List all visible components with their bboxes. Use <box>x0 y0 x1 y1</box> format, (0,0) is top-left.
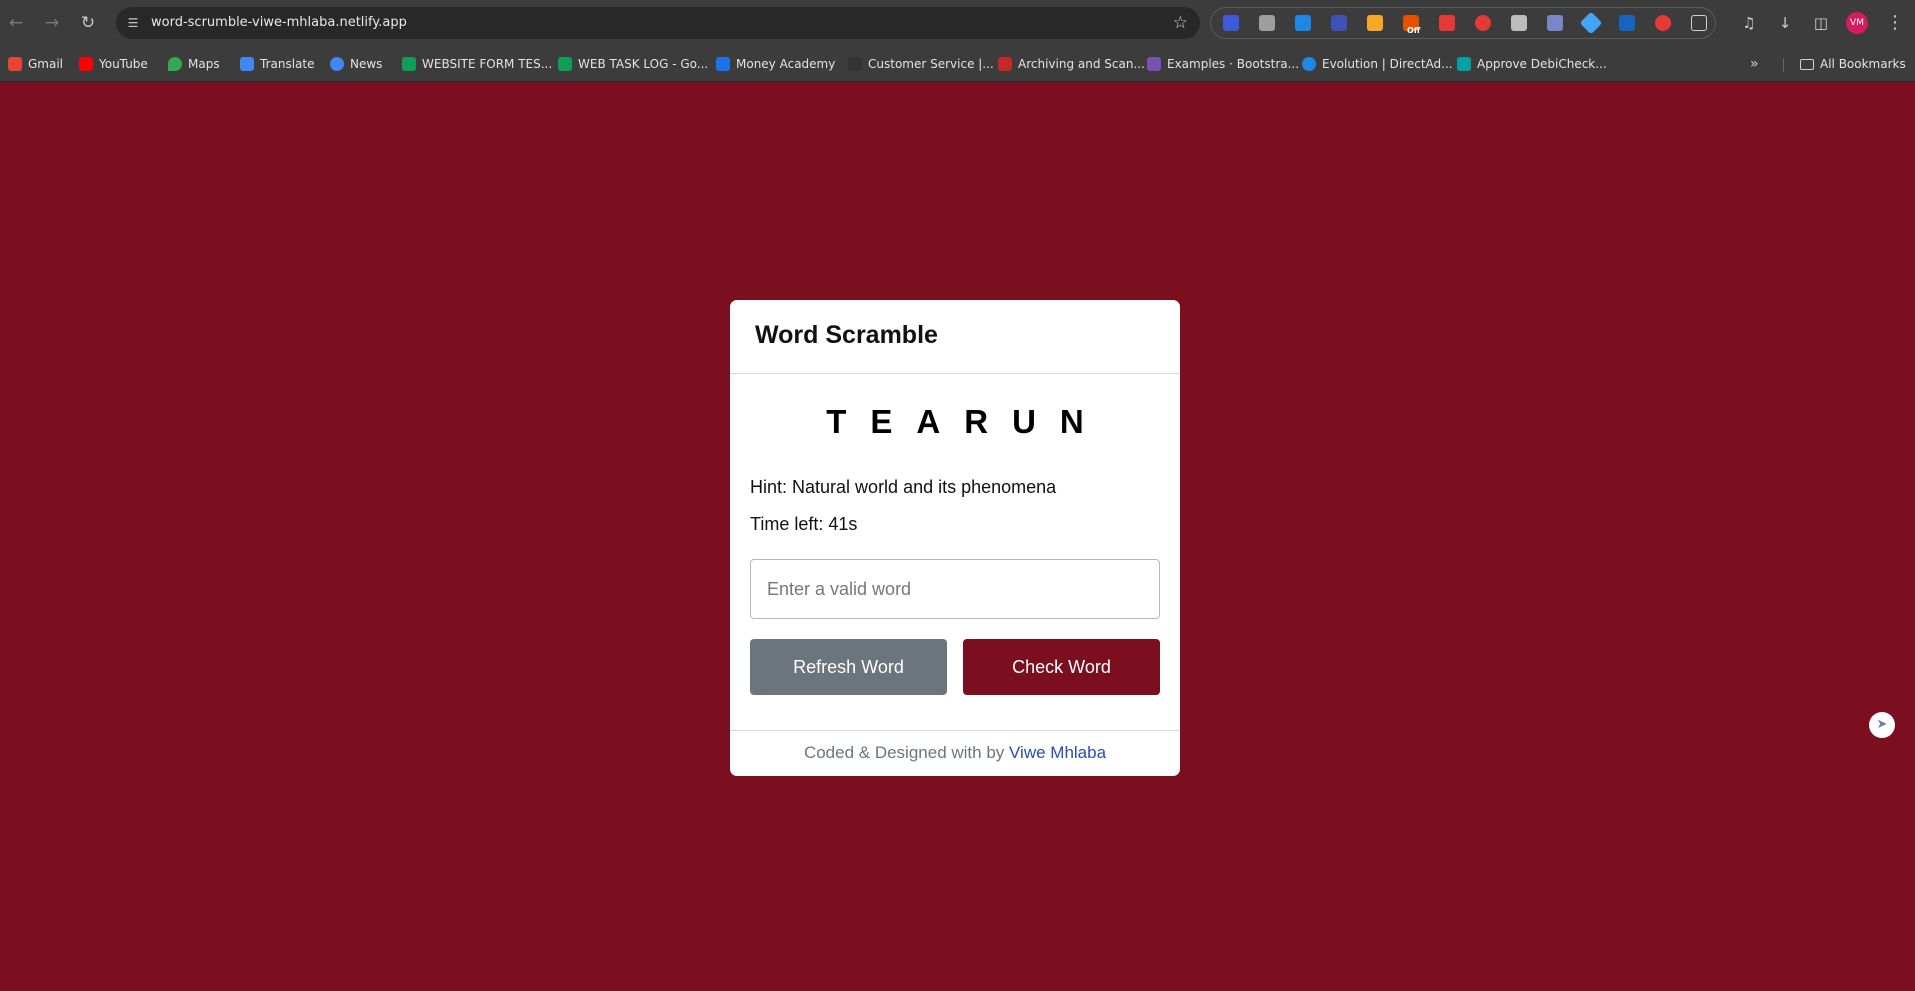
site-info-icon[interactable]: ☰ <box>124 14 142 32</box>
bookmark-star-icon[interactable]: ☆ <box>1173 12 1188 34</box>
bookmark-maps[interactable]: Maps <box>168 54 220 74</box>
scrambled-word: TEARUN <box>826 403 1108 440</box>
all-bookmarks-button[interactable]: All Bookmarks <box>1800 54 1906 74</box>
bookmark-gmail[interactable]: Gmail <box>8 54 63 74</box>
bookmark-label: Examples · Bootstra... <box>1167 57 1300 71</box>
bookmark-label: Money Academy <box>736 57 836 71</box>
eraser-extension-icon[interactable] <box>1439 15 1455 31</box>
news-icon <box>330 57 344 71</box>
bookmark-news[interactable]: News <box>330 54 382 74</box>
sheets-icon <box>402 57 416 71</box>
time-left-line: Time left: 41s <box>750 514 857 535</box>
bookmark-label: Evolution | DirectAd... <box>1322 57 1453 71</box>
bookmark-label: WEBSITE FORM TES... <box>422 57 553 71</box>
b-extension-icon[interactable] <box>1619 15 1635 31</box>
fi-extension-icon[interactable] <box>1295 15 1311 31</box>
time-left-label: Time left: <box>750 514 824 534</box>
reload-icon[interactable]: ↻ <box>77 12 99 34</box>
debicheck-icon <box>1457 57 1471 71</box>
ssl-extension-icon[interactable] <box>1331 15 1347 31</box>
browser-menu-icon[interactable]: ⋮ <box>1886 11 1904 35</box>
puzzle-extensions-icon[interactable] <box>1691 15 1707 31</box>
bookmark-bootstrap[interactable]: Examples · Bootstra... <box>1147 54 1299 74</box>
bookmark-label: Archiving and Scan... <box>1018 57 1145 71</box>
footer-credit-text: Coded & Designed with by <box>803 743 1005 762</box>
address-bar[interactable]: ☰ word-scrumble-viwe-mhlaba.netlify.app … <box>116 7 1200 39</box>
card-footer: Coded & Designed with by Viwe Mhlaba <box>730 730 1180 776</box>
bookmark-label: News <box>350 57 383 71</box>
url-text[interactable]: word-scrumble-viwe-mhlaba.netlify.app <box>151 14 407 32</box>
folder-icon <box>1800 58 1814 70</box>
author-link[interactable]: Viwe Mhlaba <box>1009 743 1106 762</box>
chevron-double-right-icon[interactable]: » <box>1750 54 1759 74</box>
send-extension-icon[interactable] <box>1223 15 1239 31</box>
camera-extension-icon[interactable] <box>1511 15 1527 31</box>
bookmark-label: YouTube <box>99 57 148 71</box>
refresh-word-button[interactable]: Refresh Word <box>750 639 947 695</box>
customer-service-icon <box>848 57 862 71</box>
browser-chrome: ← → ↻ ☰ word-scrumble-viwe-mhlaba.netlif… <box>0 0 1915 82</box>
youtube-icon <box>79 57 93 71</box>
archiving-icon <box>998 57 1012 71</box>
profile-avatar[interactable]: VM <box>1846 12 1868 34</box>
bookmark-customer-service[interactable]: Customer Service |... <box>848 54 994 74</box>
graduation-cap-icon <box>716 57 730 71</box>
bookmark-website-form[interactable]: WEBSITE FORM TES... <box>402 54 552 74</box>
extensions-area: Off <box>1210 7 1716 39</box>
floating-send-widget-icon[interactable]: ➤ <box>1869 712 1895 738</box>
grid-extension-icon[interactable] <box>1547 15 1563 31</box>
hint-line: Hint: Natural world and its phenomena <box>750 477 1056 498</box>
evolution-icon <box>1302 57 1316 71</box>
diamond-extension-icon[interactable] <box>1579 11 1603 35</box>
check-word-button[interactable]: Check Word <box>963 639 1160 695</box>
side-panel-icon[interactable]: ◫ <box>1810 12 1832 34</box>
bookmarks-divider <box>1783 58 1784 72</box>
bookmark-money-academy[interactable]: Money Academy <box>716 54 835 74</box>
hand-extension-icon[interactable] <box>1475 15 1491 31</box>
bookmark-youtube[interactable]: YouTube <box>79 54 148 74</box>
bookmark-evolution[interactable]: Evolution | DirectAd... <box>1302 54 1453 74</box>
maps-pin-icon <box>168 57 182 71</box>
bookmarks-bar: Gmail YouTube Maps Translate News WEBSIT… <box>0 46 1915 82</box>
forward-arrow-icon[interactable]: → <box>41 12 63 34</box>
bookmark-translate[interactable]: Translate <box>240 54 315 74</box>
bookmark-web-task-log[interactable]: WEB TASK LOG - Go... <box>558 54 708 74</box>
card-header: Word Scramble <box>730 300 1180 374</box>
bookmark-debicheck[interactable]: Approve DebiCheck... <box>1457 54 1607 74</box>
translate-icon <box>240 57 254 71</box>
media-controls-icon[interactable]: ♫ <box>1738 12 1760 34</box>
android-extension-icon[interactable] <box>1259 15 1275 31</box>
bookmark-label: Approve DebiCheck... <box>1477 57 1607 71</box>
folder-extension-icon[interactable] <box>1367 15 1383 31</box>
word-scramble-card: Word Scramble TEARUN Hint: Natural world… <box>730 300 1180 776</box>
all-bookmarks-label: All Bookmarks <box>1820 57 1906 71</box>
back-arrow-icon[interactable]: ← <box>5 12 27 34</box>
bookmark-label: Maps <box>188 57 220 71</box>
bookmark-label: Customer Service |... <box>868 57 994 71</box>
browser-toolbar: ← → ↻ ☰ word-scrumble-viwe-mhlaba.netlif… <box>0 0 1915 46</box>
download-icon[interactable]: ↓ <box>1774 12 1796 34</box>
word-input[interactable] <box>750 559 1160 619</box>
bookmark-label: WEB TASK LOG - Go... <box>578 57 709 71</box>
bootstrap-icon <box>1147 57 1161 71</box>
bookmark-label: Translate <box>260 57 315 71</box>
sheets-icon <box>558 57 572 71</box>
time-left-value: 41s <box>828 514 858 534</box>
red-extension-icon[interactable] <box>1655 15 1671 31</box>
extension-off-badge: Off <box>1407 26 1421 35</box>
hint-label: Hint: <box>750 477 788 497</box>
bookmark-archiving[interactable]: Archiving and Scan... <box>998 54 1145 74</box>
hint-text: Natural world and its phenomena <box>792 477 1057 497</box>
gmail-icon <box>8 57 22 71</box>
game-title: Word Scramble <box>755 321 938 349</box>
bookmark-label: Gmail <box>28 57 64 71</box>
